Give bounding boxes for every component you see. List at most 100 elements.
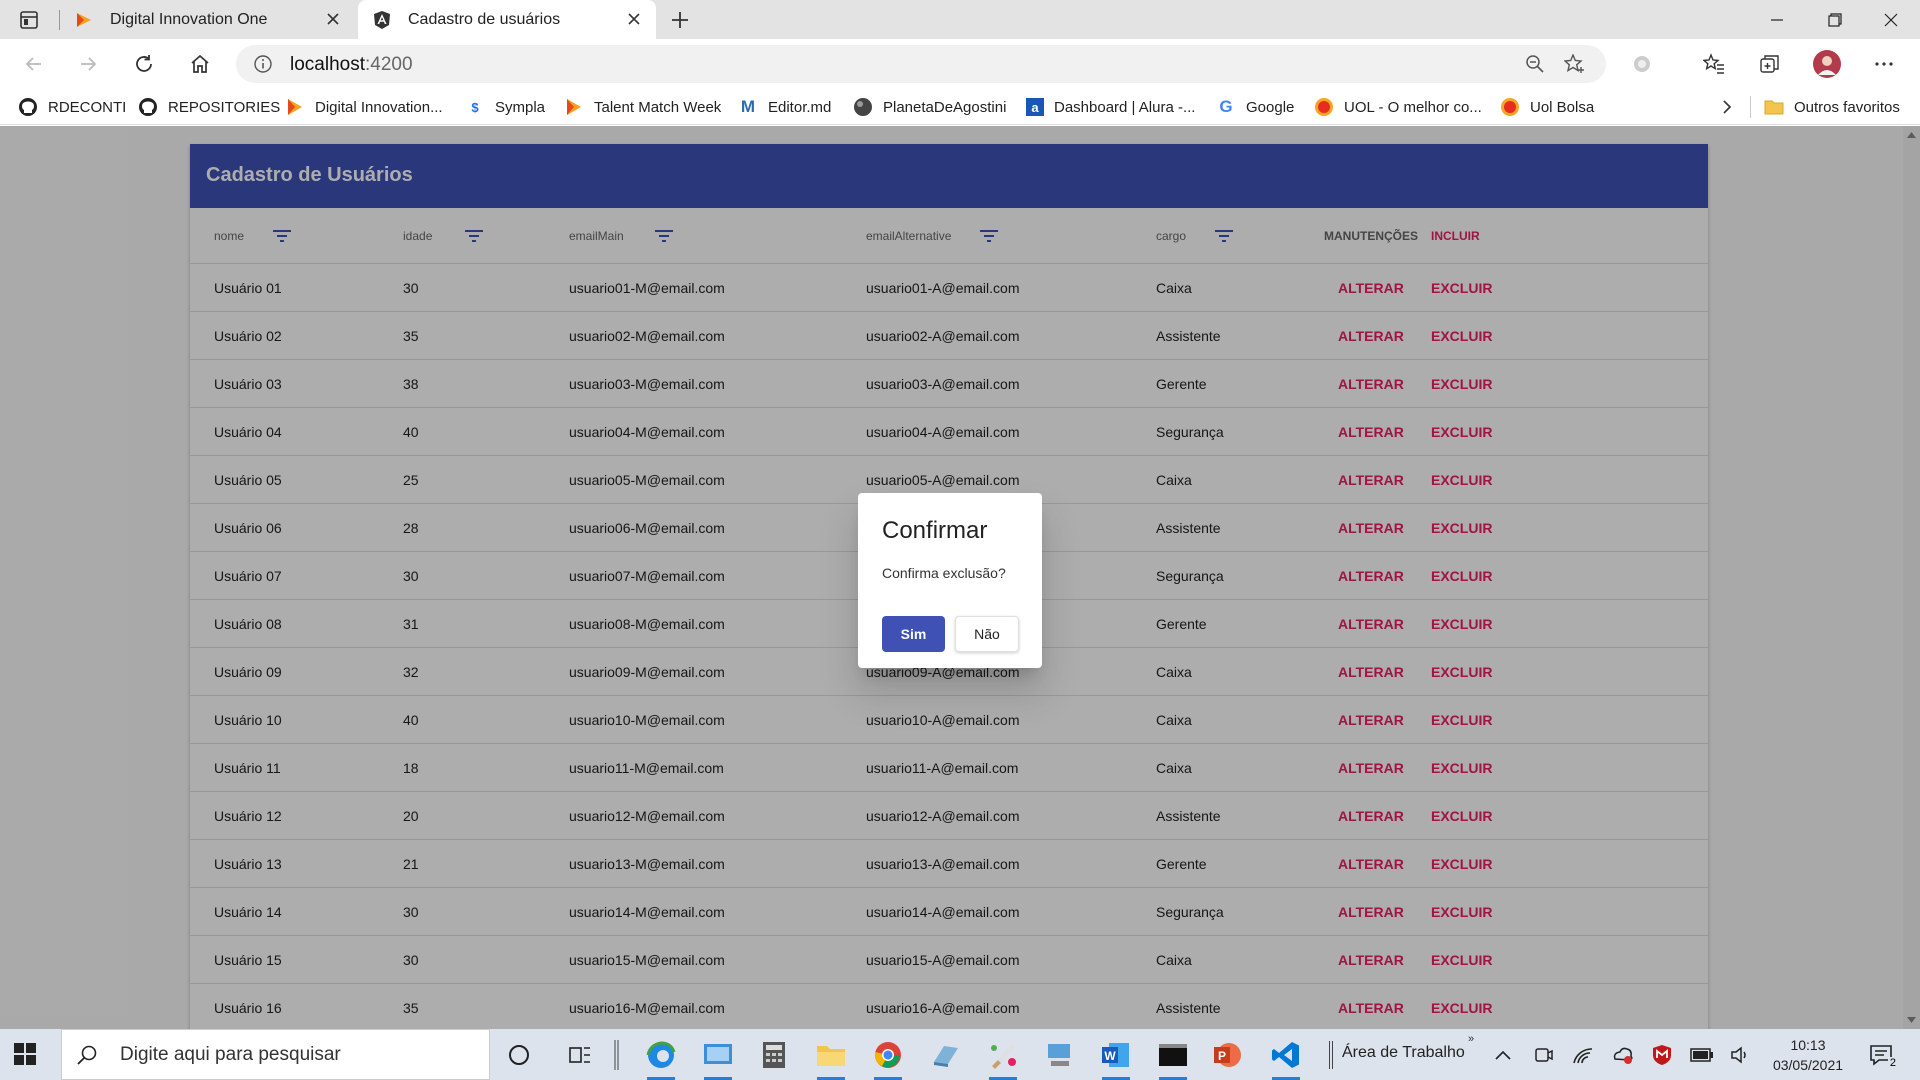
minimize-icon[interactable] [1748,0,1806,39]
volume-icon[interactable] [1725,1039,1757,1071]
confirm-dialog: Confirmar Confirma exclusão? Sim Não [858,493,1042,668]
chrome-icon[interactable] [872,1039,904,1080]
taskbar-divider [1329,1041,1333,1069]
new-tab-icon[interactable] [668,8,692,32]
url-host: localhost [290,54,365,75]
tab-cadastro-usuarios[interactable]: Cadastro de usuários [358,0,656,39]
dialog-message: Confirma exclusão? [882,565,1006,581]
control-panel-icon[interactable] [702,1039,734,1080]
favorites-icon[interactable] [1702,52,1726,76]
search-icon [77,1045,97,1065]
mcafee-icon[interactable] [1646,1039,1678,1071]
wifi-icon[interactable] [1567,1039,1599,1071]
bookmark-alura[interactable]: a Dashboard | Alura -... [1026,96,1195,118]
word-icon[interactable]: W [1100,1039,1132,1080]
bookmark-uol[interactable]: UOL - O melhor co... [1314,96,1482,118]
bookmark-editor-md[interactable]: M Editor.md [738,96,831,118]
chevron-up-icon[interactable] [1487,1039,1519,1071]
close-icon[interactable] [626,11,642,27]
confirm-yes-button[interactable]: Sim [882,616,945,652]
calculator-icon[interactable] [758,1039,790,1071]
bookmark-rdeconti[interactable]: RDECONTI [18,96,126,118]
tab-actions-icon[interactable] [18,9,40,31]
more-icon[interactable] [1872,52,1896,76]
terminal-icon[interactable] [1157,1039,1189,1080]
desktop-toolbar-label[interactable]: Área de Trabalho [1342,1044,1465,1062]
bookmark-google[interactable]: G Google [1216,96,1294,118]
tab-label: Cadastro de usuários [408,10,561,28]
vpn-icon[interactable] [1607,1039,1639,1071]
windows-taskbar: Digite aqui para pesquisar W P Área de T… [0,1029,1920,1080]
angular-icon [372,10,392,30]
vscode-icon[interactable] [1270,1039,1302,1080]
tab-digital-innovation-one[interactable]: Digital Innovation One [60,0,355,39]
bookmark-label: Digital Innovation... [315,98,443,116]
back-icon[interactable] [22,52,46,76]
profile-avatar[interactable] [1812,49,1842,79]
confirm-no-button[interactable]: Não [955,616,1019,652]
taskbar-divider [614,1039,620,1071]
bookmark-label: Uol Bolsa [1530,98,1595,116]
close-icon[interactable] [325,11,341,27]
refresh-icon[interactable] [132,52,156,76]
paint-icon[interactable] [987,1039,1019,1080]
taskbar-search-box[interactable]: Digite aqui para pesquisar [61,1029,490,1080]
bookmark-label: PlanetaDeAgostini [883,98,1007,116]
dialog-actions: Sim Não [882,616,1019,652]
browser-tab-strip: Digital Innovation One Cadastro de usuár… [0,0,1920,39]
bookmark-label: Sympla [495,98,546,116]
bookmark-label: UOL - O melhor co... [1344,98,1482,116]
bookmark-uol-bolsa[interactable]: Uol Bolsa [1500,96,1594,118]
collections-icon[interactable] [1758,52,1782,76]
system-clock[interactable]: 10:13 03/05/2021 [1768,1035,1848,1075]
clock-time: 10:13 [1790,1037,1826,1053]
forward-icon[interactable] [76,52,100,76]
network-app-icon[interactable] [1044,1039,1076,1071]
toolbar-overflow-icon[interactable]: » [1468,1033,1474,1045]
task-view-icon[interactable] [564,1039,596,1071]
bookmark-planeta-de-agostini[interactable]: PlanetaDeAgostini [853,96,1006,118]
close-window-icon[interactable] [1862,0,1920,39]
alura-icon: a [1026,98,1044,116]
address-bar[interactable]: localhost:4200 [236,45,1606,83]
bookmarks-overflow-chevron-icon[interactable] [1720,96,1734,118]
bookmark-outros-favoritos[interactable]: Outros favoritos [1764,96,1900,118]
info-icon[interactable] [253,54,273,79]
battery-icon[interactable] [1686,1039,1718,1071]
bookmarks-divider [1750,96,1751,118]
editor-md-icon: M [740,97,756,116]
bookmark-talent-match-week[interactable]: Talent Match Week [564,96,721,118]
app-icon[interactable] [930,1039,962,1071]
bookmark-label: RDECONTI [48,98,127,116]
dio-icon [74,10,94,30]
cortana-icon[interactable] [503,1039,535,1071]
svg-text:W: W [1104,1049,1116,1063]
bookmark-label: Google [1246,98,1295,116]
windows-start-icon[interactable] [14,1043,36,1065]
bookmark-label: Dashboard | Alura -... [1054,98,1196,116]
add-favorite-icon[interactable] [1563,53,1586,79]
restore-icon[interactable] [1806,0,1864,39]
bookmark-sympla[interactable]: $ Sympla [465,96,545,118]
extension-icon[interactable] [1630,52,1654,76]
meet-now-icon[interactable] [1528,1039,1560,1071]
bookmark-label: Editor.md [768,98,832,116]
browser-toolbar: localhost:4200 [0,39,1920,89]
home-icon[interactable] [188,52,212,76]
google-icon: G [1219,97,1233,116]
bookmark-label: Talent Match Week [594,98,722,116]
bookmark-repositories[interactable]: REPOSITORIES [138,96,280,118]
github-icon [18,97,38,117]
sympla-icon: $ [471,99,479,115]
url-port: :4200 [365,54,413,75]
bookmark-label: Outros favoritos [1794,98,1900,116]
notifications-icon[interactable]: 2 [1866,1039,1898,1071]
planeta-icon [853,97,873,117]
folder-icon [1764,97,1784,117]
clock-date: 03/05/2021 [1772,1057,1844,1073]
file-explorer-icon[interactable] [815,1039,847,1080]
powerpoint-icon[interactable]: P [1212,1039,1244,1071]
bookmark-digital-innovation[interactable]: Digital Innovation... [285,96,443,118]
zoom-icon[interactable] [1525,54,1545,79]
edge-icon[interactable] [645,1039,677,1080]
